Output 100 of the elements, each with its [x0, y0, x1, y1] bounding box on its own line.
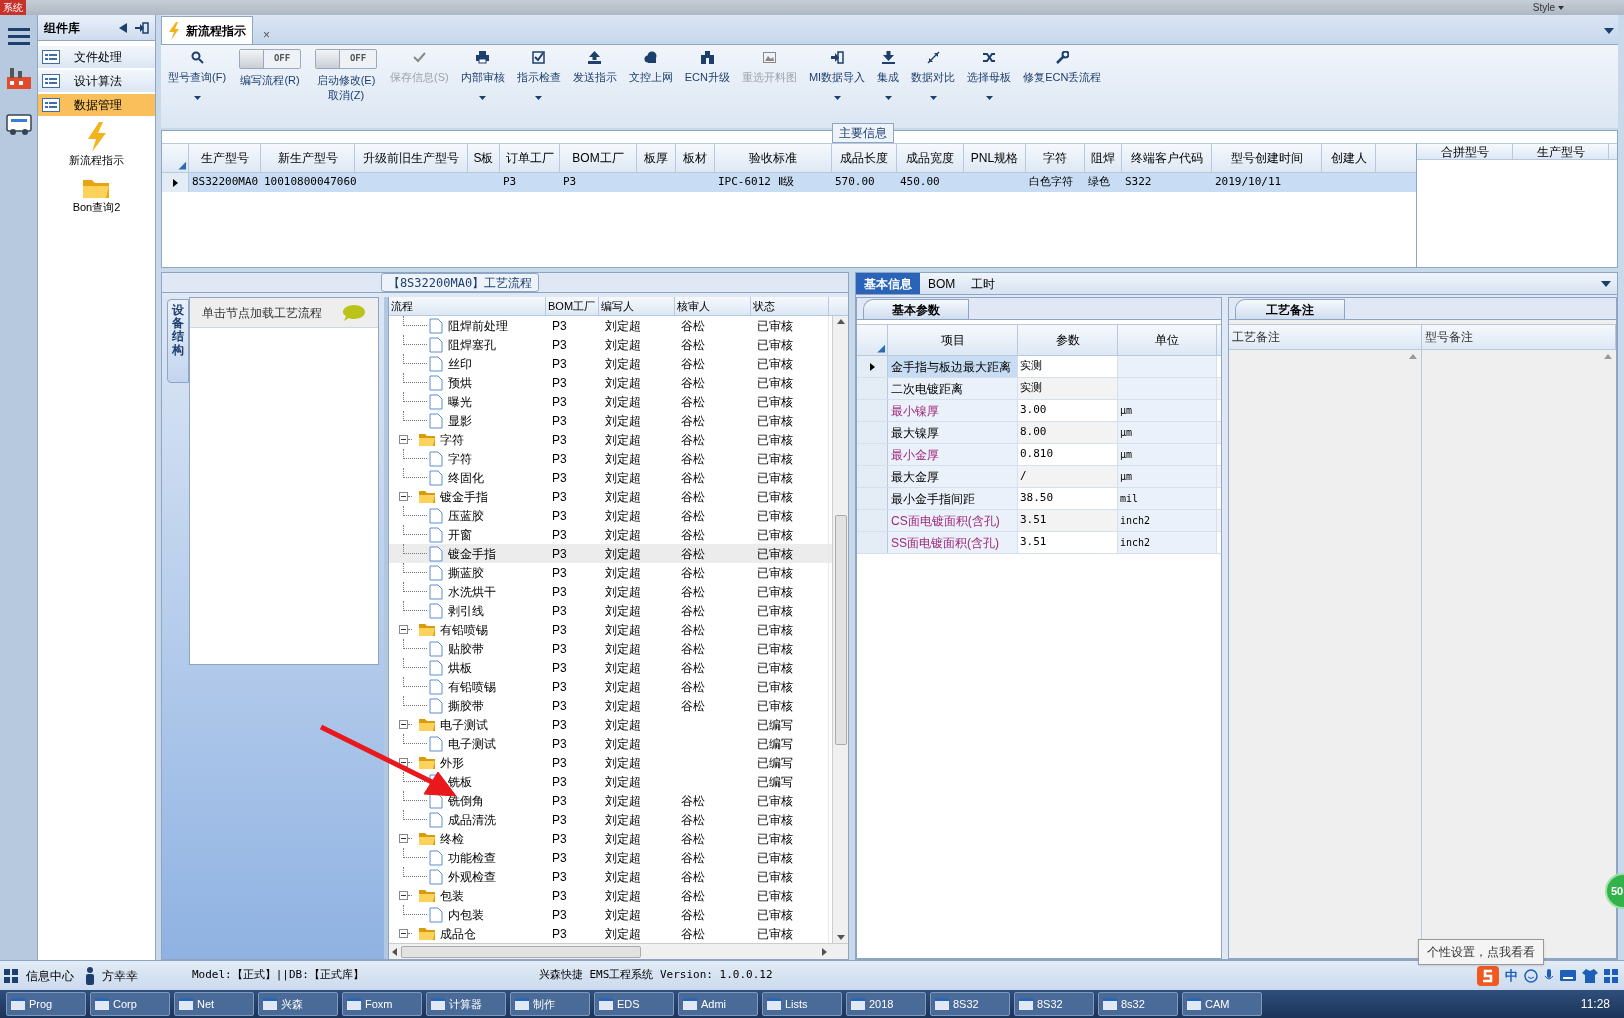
- table-cell-text: P3: [551, 602, 568, 620]
- table-cell-text: 最小金手指间距: [891, 490, 975, 508]
- table-cell-text: 刘定超: [604, 678, 642, 696]
- table-cell-text: 谷松: [680, 450, 706, 468]
- table-cell-text: P3: [551, 925, 568, 943]
- table-cell-text: 谷松: [680, 640, 706, 658]
- table-cell-text: 谷松: [680, 374, 706, 392]
- table-cell-text: P3: [551, 526, 568, 544]
- table-cell-text: 谷松: [680, 621, 706, 639]
- table-cell: 已审核: [751, 563, 829, 582]
- table-cell-text: 谷松: [680, 906, 706, 924]
- table-cell: 已审核: [751, 411, 829, 430]
- table-cell-text: 刘定超: [604, 564, 642, 582]
- table-cell-text: 刘定超: [604, 621, 642, 639]
- user-name: 方幸幸: [102, 967, 138, 985]
- table-cell: 已审核: [751, 354, 829, 373]
- table-cell: 已审核: [751, 791, 829, 810]
- table-cell-text: 谷松: [680, 659, 706, 677]
- table-cell: 已审核: [751, 848, 829, 867]
- table-cell-text: 刘定超: [604, 393, 642, 411]
- table-cell: 已审核: [751, 867, 829, 886]
- table-cell-text: P3: [551, 868, 568, 886]
- table-cell: 已审核: [751, 696, 829, 715]
- table-cell-text: 刘定超: [604, 336, 642, 354]
- table-cell-text: 刘定超: [604, 659, 642, 677]
- table-cell: 已审核: [751, 430, 829, 449]
- table-cell-text: 刘定超: [604, 602, 642, 620]
- table-cell-text: 谷松: [680, 868, 706, 886]
- table-cell-text: 谷松: [680, 317, 706, 335]
- table-cell-text: 570.00: [834, 174, 876, 191]
- table-cell-text: 谷松: [680, 469, 706, 487]
- table-cell: 已编写: [751, 715, 829, 734]
- toggle-label: 编写流程(R): [240, 73, 300, 88]
- table-cell: 已审核: [751, 620, 829, 639]
- table-cell: 已审核: [751, 544, 829, 563]
- table-cell: 已审核: [751, 601, 829, 620]
- table-cell-text: 谷松: [680, 507, 706, 525]
- table-cell-text: 刘定超: [604, 716, 642, 734]
- section-title: 主要信息: [832, 123, 894, 143]
- table-cell-text: 谷松: [680, 564, 706, 582]
- table-cell-text: P3: [551, 754, 568, 772]
- table-cell-text: 刘定超: [604, 849, 642, 867]
- table-cell-text: 谷松: [680, 887, 706, 905]
- table-cell: 已审核: [751, 639, 829, 658]
- table-cell-text: S322: [1124, 174, 1153, 191]
- table-cell-text: 2019/10/11: [1214, 174, 1283, 191]
- table-cell-text: 谷松: [680, 488, 706, 506]
- table-cell: 已审核: [751, 487, 829, 506]
- table-cell: μm: [1118, 400, 1217, 421]
- table-cell: μm: [1118, 466, 1217, 487]
- table-cell-text: 刘定超: [604, 925, 642, 943]
- table-cell-text: 刘定超: [604, 640, 642, 658]
- table-cell-text: P3: [551, 697, 568, 715]
- table-cell-text: P3: [551, 545, 568, 563]
- table-cell-text: 二次电镀距离: [891, 380, 963, 398]
- table-cell-text: 谷松: [680, 431, 706, 449]
- table-cell-text: 谷松: [680, 811, 706, 829]
- table-cell-text: P3: [551, 792, 568, 810]
- table-cell-text: 谷松: [680, 830, 706, 848]
- table-cell-text: 谷松: [680, 792, 706, 810]
- table-cell-text: P3: [551, 469, 568, 487]
- table-cell-text: 谷松: [680, 849, 706, 867]
- table-cell-text: P3: [551, 811, 568, 829]
- table-cell-text: 刘定超: [604, 830, 642, 848]
- table-cell: 已审核: [751, 829, 829, 848]
- table-cell-text: P3: [551, 564, 568, 582]
- table-cell-text: P3: [551, 773, 568, 791]
- table-cell-text: P3: [551, 431, 568, 449]
- table-cell-text: 刘定超: [604, 355, 642, 373]
- table-cell: 已审核: [751, 335, 829, 354]
- table-cell: μm: [1118, 444, 1217, 465]
- table-cell-text: 谷松: [680, 602, 706, 620]
- table-cell-text: P3: [551, 640, 568, 658]
- table-cell-text: P3: [551, 906, 568, 924]
- table-cell-text: 谷松: [680, 412, 706, 430]
- table-cell-text: 刘定超: [604, 754, 642, 772]
- table-cell: inch2: [1118, 510, 1217, 531]
- table-cell-text: 刘定超: [604, 735, 642, 753]
- table-cell-text: 最大镍厚: [891, 424, 939, 442]
- hint-text: 单击节点加载工艺流程: [202, 304, 322, 322]
- table-cell-text: 谷松: [680, 393, 706, 411]
- table-cell-text: 谷松: [680, 526, 706, 544]
- table-cell-text: 刘定超: [604, 450, 642, 468]
- table-cell: mil: [1118, 488, 1217, 509]
- table-cell: 已审核: [751, 677, 829, 696]
- tooltip: 个性设置，点我看看: [1418, 939, 1544, 965]
- table-cell-text: 刘定超: [604, 887, 642, 905]
- table-cell-text: 刘定超: [604, 317, 642, 335]
- table-cell-text: P3: [551, 583, 568, 601]
- table-cell-text: 8S32200MA0: [191, 174, 260, 191]
- table-cell: 已编写: [751, 734, 829, 753]
- table-cell: 已编写: [751, 772, 829, 791]
- table-cell-text: P3: [551, 374, 568, 392]
- table-cell-text: P3: [551, 621, 568, 639]
- section-title: 【8S32200MA0】工艺流程: [380, 273, 540, 292]
- table-cell-text: P3: [551, 317, 568, 335]
- table-cell-text: 谷松: [680, 545, 706, 563]
- table-cell-text: P3: [551, 830, 568, 848]
- table-cell-text: P3: [551, 678, 568, 696]
- table-cell-text: P3: [551, 887, 568, 905]
